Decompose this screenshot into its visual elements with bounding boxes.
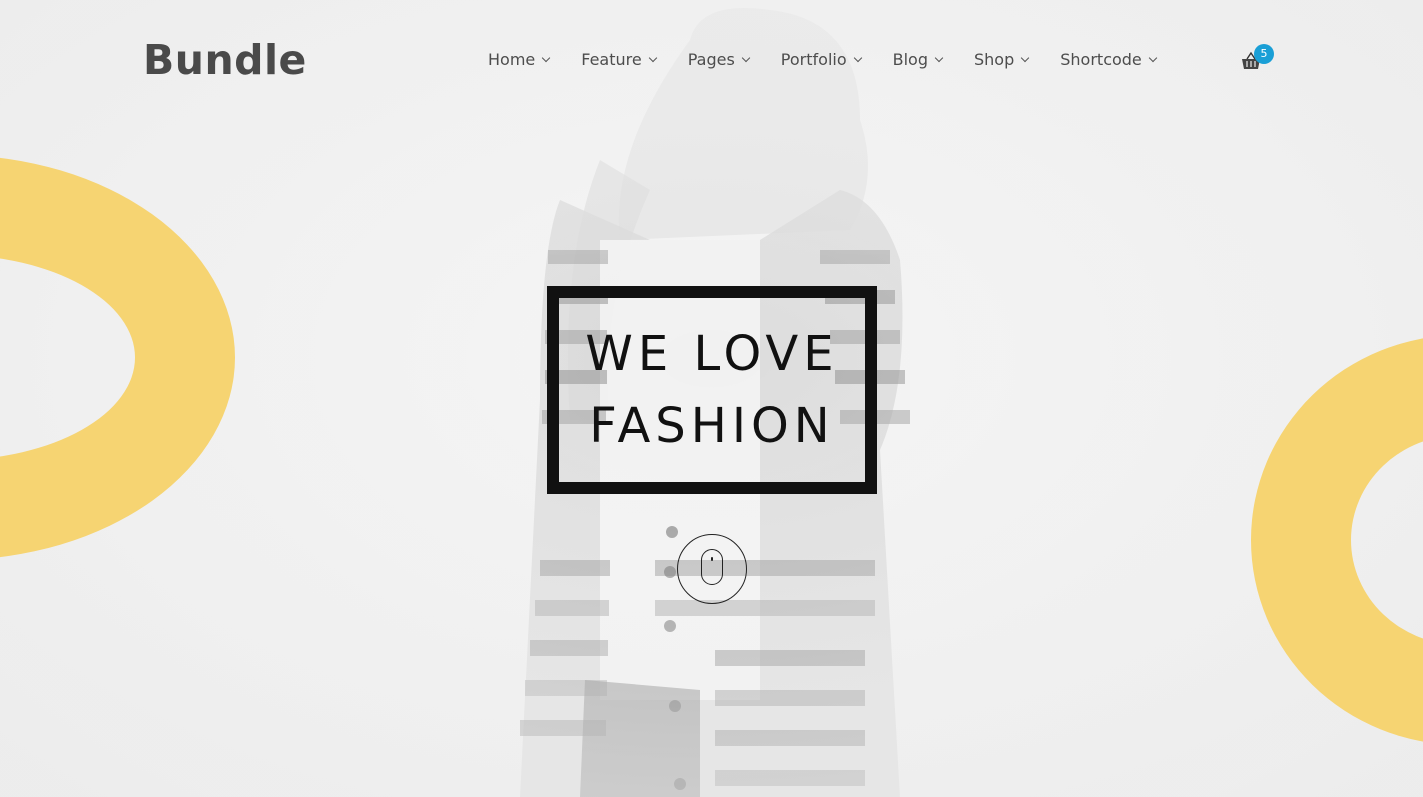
chevron-down-icon (741, 53, 751, 62)
nav-item-label: Pages (687, 50, 735, 69)
nav-item-portfolio[interactable]: Portfolio (780, 50, 862, 69)
chevron-down-icon (934, 53, 944, 62)
nav-item-label: Portfolio (780, 50, 847, 69)
nav-item-label: Blog (892, 50, 928, 69)
nav-item-label: Home (488, 50, 536, 69)
chevron-down-icon (1021, 53, 1030, 62)
nav-item-shop[interactable]: Shop (974, 50, 1030, 69)
mouse-scroll-icon (701, 549, 723, 585)
hero-section: Bundle Home Feature Pages Portfolio Blog (0, 0, 1423, 797)
nav-item-blog[interactable]: Blog (892, 50, 944, 69)
hero-title-line-1: WE LOVE (585, 326, 839, 382)
site-logo[interactable]: Bundle (143, 36, 307, 84)
nav-item-pages[interactable]: Pages (687, 50, 751, 69)
chevron-down-icon (1148, 53, 1158, 62)
chevron-down-icon (853, 53, 862, 62)
nav-item-label: Shop (974, 50, 1015, 69)
chevron-down-icon (542, 53, 551, 62)
site-header: Bundle Home Feature Pages Portfolio Blog (0, 0, 1423, 120)
nav-item-shortcode[interactable]: Shortcode (1060, 50, 1158, 69)
scroll-down-button[interactable] (677, 534, 747, 604)
nav-item-feature[interactable]: Feature (581, 50, 657, 69)
nav-item-label: Feature (581, 50, 642, 69)
cart-count-badge: 5 (1254, 44, 1274, 64)
nav-item-home[interactable]: Home (488, 50, 551, 69)
nav-item-label: Shortcode (1060, 50, 1142, 69)
hero-title-frame: WE LOVE FASHION (547, 286, 877, 494)
chevron-down-icon (648, 53, 657, 62)
mouse-wheel (711, 557, 713, 561)
main-nav: Home Feature Pages Portfolio Blog Shop S… (488, 50, 1188, 69)
hero-title-line-2: FASHION (589, 398, 835, 454)
